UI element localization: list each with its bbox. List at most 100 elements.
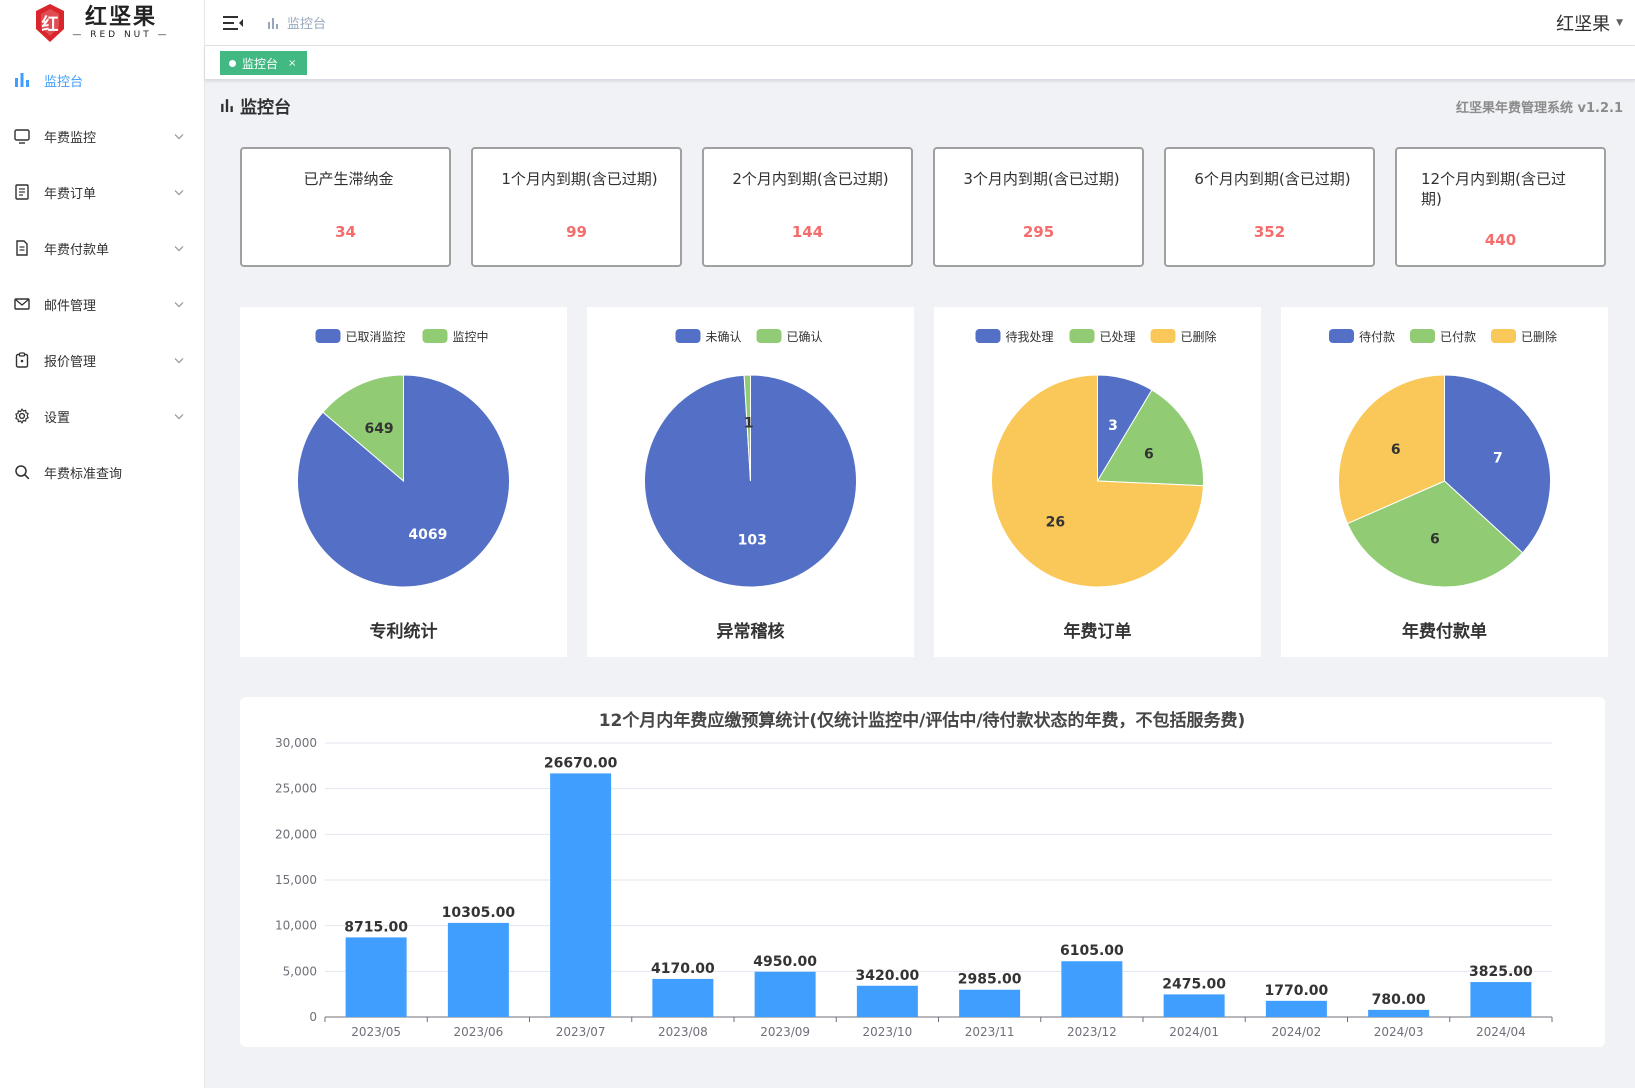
bar-chart-icon <box>268 17 278 29</box>
bar-value-label: 780.00 <box>1372 992 1426 1008</box>
stat-label: 3个月内到期(含已过期) <box>963 170 1120 188</box>
bar[interactable] <box>1061 961 1123 1017</box>
bar[interactable] <box>447 922 509 1017</box>
legend-label: 已处理 <box>1100 330 1136 344</box>
y-tick-label: 10,000 <box>275 919 317 933</box>
stat-card-2[interactable]: 2个月内到期(含已过期) 144 <box>702 147 913 267</box>
bar[interactable] <box>1470 982 1532 1017</box>
sidebar-item-2[interactable]: 年费订单 <box>0 164 204 220</box>
document-list-icon <box>14 184 30 200</box>
sidebar-item-6[interactable]: 设置 <box>0 388 204 444</box>
chevron-down-icon <box>174 410 184 423</box>
logo-mark-glyph: 红 <box>42 14 59 35</box>
bar-value-label: 10305.00 <box>442 905 516 921</box>
pie-value-label: 6 <box>1391 442 1401 458</box>
legend-item[interactable]: 待付款 <box>1329 329 1395 344</box>
close-icon[interactable]: × <box>288 58 296 69</box>
sidebar-item-7[interactable]: 年费标准查询 <box>0 444 204 500</box>
breadcrumb-current[interactable]: 监控台 <box>287 13 326 32</box>
stat-label: 6个月内到期(含已过期) <box>1194 170 1351 188</box>
stat-card-1[interactable]: 1个月内到期(含已过期) 99 <box>471 147 682 267</box>
bar-value-label: 1770.00 <box>1264 983 1328 999</box>
stat-label: 12个月内到期(含已过期) <box>1421 170 1566 208</box>
stat-card-4[interactable]: 6个月内到期(含已过期) 352 <box>1164 147 1375 267</box>
legend-item[interactable]: 已确认 <box>756 329 823 344</box>
user-name: 红坚果 <box>1556 14 1611 35</box>
pie-value-label: 3 <box>1108 418 1118 434</box>
bar[interactable] <box>856 985 918 1017</box>
legend-item[interactable]: 已删除 <box>1491 329 1557 344</box>
legend-item[interactable]: 已删除 <box>1150 329 1217 344</box>
legend-item[interactable]: 待我处理 <box>975 329 1054 344</box>
stat-card-5[interactable]: 12个月内到期(含已过期) 440 <box>1395 147 1606 267</box>
pie-panel-0: 已取消监控 监控中 4069 649 专利统计 <box>240 307 567 657</box>
pie-chart: 已取消监控 监控中 4069 649 专利统计 <box>297 329 510 642</box>
legend-swatch <box>975 329 1001 343</box>
bar[interactable] <box>1265 1000 1327 1017</box>
red-nut-logo-icon: 红 <box>36 4 65 42</box>
legend-label: 监控中 <box>453 329 489 344</box>
pie-value-label: 103 <box>738 532 767 548</box>
logo[interactable]: 红 红坚果 — RED NUT — <box>0 0 204 46</box>
legend-item[interactable]: 监控中 <box>422 329 489 344</box>
legend-label: 待付款 <box>1359 330 1395 344</box>
user-dropdown[interactable]: 红坚果 ▼ <box>1556 10 1623 36</box>
bar[interactable] <box>345 937 407 1017</box>
legend-swatch <box>1491 329 1516 343</box>
caret-down-icon: ▼ <box>1616 18 1623 28</box>
pie-value-label: 649 <box>364 421 393 437</box>
tag-dashboard[interactable]: 监控台 × <box>220 51 308 75</box>
bar[interactable] <box>550 773 612 1017</box>
x-tick-label: 2023/12 <box>1067 1025 1117 1039</box>
legend-item[interactable]: 已处理 <box>1069 329 1136 344</box>
x-tick-label: 2023/11 <box>965 1025 1015 1039</box>
legend-item[interactable]: 未确认 <box>675 329 742 344</box>
pie-chart: 待付款 已付款 已删除 7 6 6 年费付款单 <box>1329 329 1557 642</box>
stat-card-0[interactable]: 已产生滞纳金 34 <box>240 147 451 267</box>
sidebar-item-label: 年费付款单 <box>44 242 110 258</box>
tags-view: 监控台 × <box>205 46 1635 80</box>
pie-panel-2: 待我处理 已处理 已删除 3 6 26 年费订单 <box>934 307 1261 657</box>
bar-value-label: 2475.00 <box>1162 976 1226 992</box>
pie-value-label: 4069 <box>408 527 447 543</box>
legend-swatch <box>675 329 701 343</box>
sidebar-item-0[interactable]: 监控台 <box>0 52 204 108</box>
chevron-down-icon <box>174 242 184 255</box>
x-tick-label: 2023/05 <box>351 1025 401 1039</box>
legend-item[interactable]: 已取消监控 <box>315 329 406 344</box>
bar[interactable] <box>1368 1009 1430 1017</box>
sidebar-item-3[interactable]: 年费付款单 <box>0 220 204 276</box>
sidebar: 红 红坚果 — RED NUT — 监控台 年费监控 年费订单年费付款单邮件管理 报价… <box>0 0 205 1088</box>
gear-icon <box>14 408 30 424</box>
sidebar-item-5[interactable]: 报价管理 <box>0 332 204 388</box>
document-text-icon <box>14 240 30 256</box>
logo-title: 红坚果 <box>84 4 157 30</box>
bar[interactable] <box>959 989 1021 1017</box>
bar[interactable] <box>652 978 714 1017</box>
legend-swatch <box>1069 329 1095 343</box>
bar-value-label: 4950.00 <box>753 954 817 970</box>
menu-fold-icon[interactable] <box>223 15 245 31</box>
bar[interactable] <box>1163 994 1225 1017</box>
stat-card-3[interactable]: 3个月内到期(含已过期) 295 <box>933 147 1144 267</box>
y-tick-label: 15,000 <box>275 873 317 887</box>
legend-label: 未确认 <box>706 330 742 344</box>
x-tick-label: 2023/10 <box>862 1025 912 1039</box>
bar-chart-title: 12个月内年费应缴预算统计(仅统计监控中/评估中/待付款状态的年费，不包括服务费… <box>599 710 1246 731</box>
x-tick-label: 2024/04 <box>1476 1025 1526 1039</box>
page-title: 监控台 <box>220 93 291 118</box>
pie-panel-1: 未确认 已确认 103 1 异常稽核 <box>587 307 914 657</box>
y-tick-label: 30,000 <box>275 736 317 750</box>
bar-value-label: 8715.00 <box>344 919 408 935</box>
app-version: 红坚果年费管理系统 v1.2.1 <box>1455 101 1623 116</box>
legend-item[interactable]: 已付款 <box>1410 329 1476 344</box>
sidebar-item-4[interactable]: 邮件管理 <box>0 276 204 332</box>
y-tick-label: 25,000 <box>275 782 317 796</box>
bar-value-label: 26670.00 <box>544 755 618 771</box>
stat-value: 144 <box>791 223 824 241</box>
search-icon <box>14 464 30 480</box>
bar[interactable] <box>754 971 816 1017</box>
bar-value-label: 3420.00 <box>855 968 919 984</box>
sidebar-item-1[interactable]: 年费监控 <box>0 108 204 164</box>
pie-value-label: 26 <box>1046 514 1065 530</box>
